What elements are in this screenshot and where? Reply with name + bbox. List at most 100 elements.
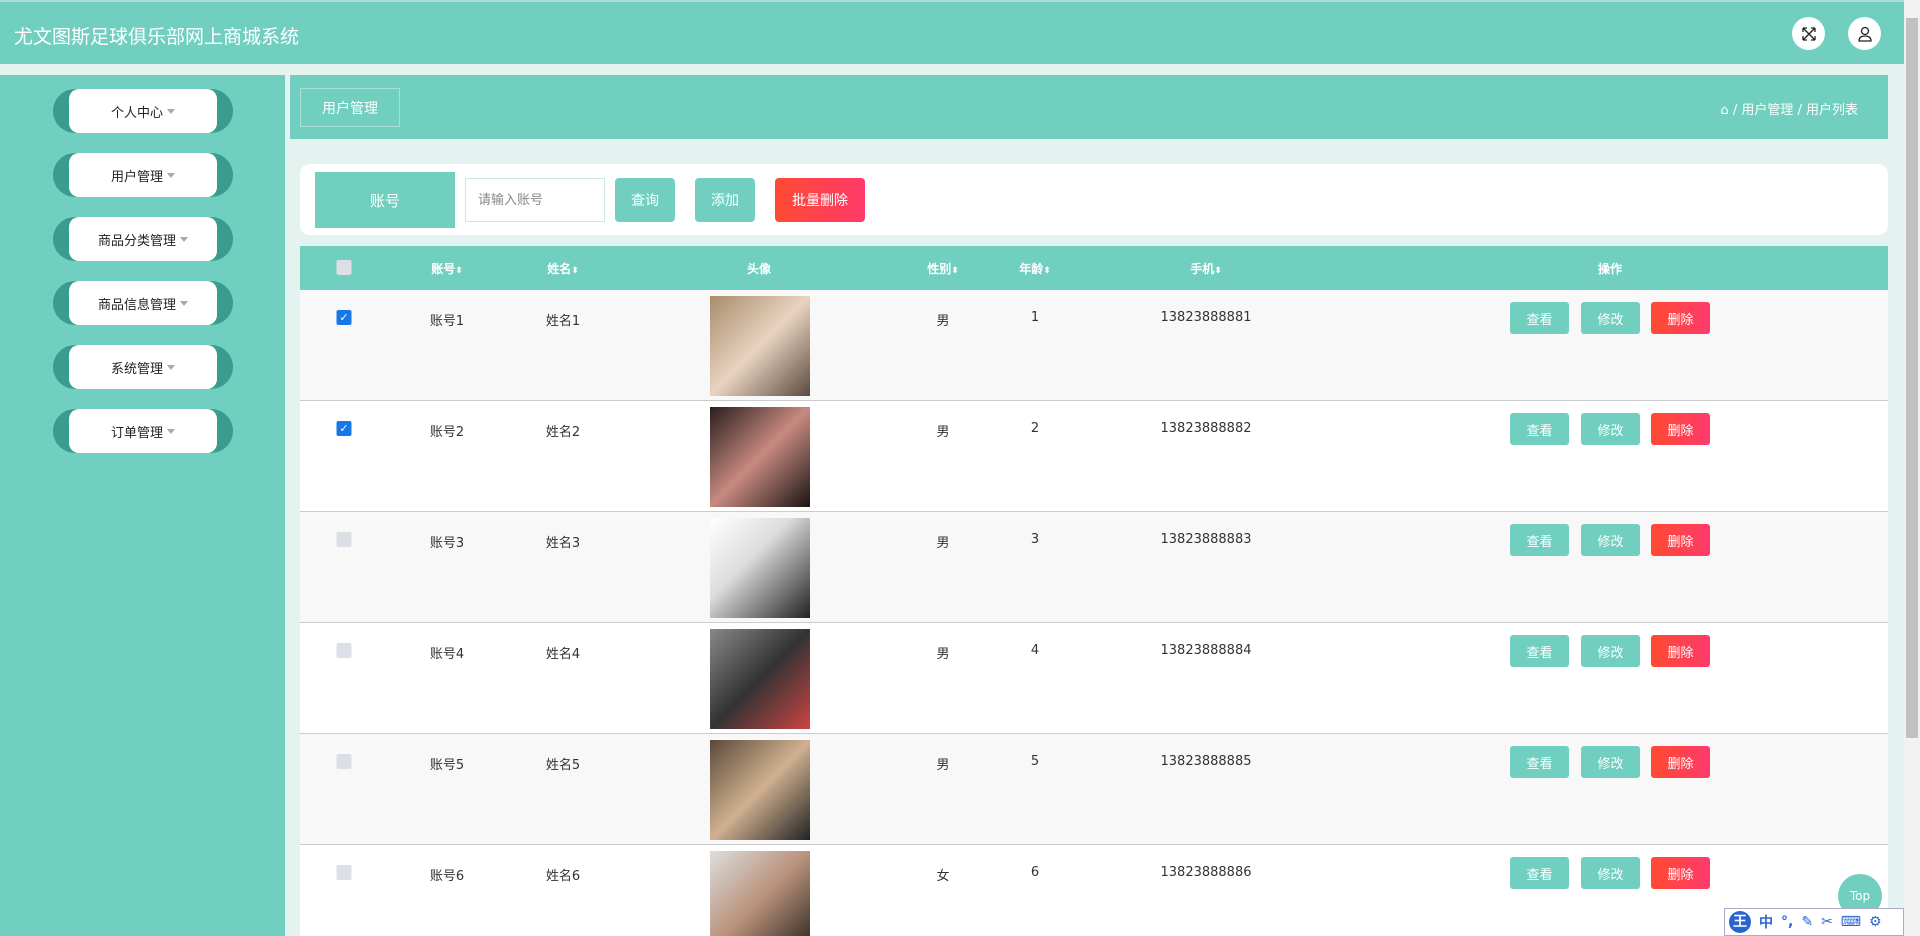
view-button[interactable]: 查看 xyxy=(1510,857,1569,889)
cell-phone: 13823888883 xyxy=(1160,532,1252,547)
sidebar-item[interactable]: 用户管理 xyxy=(53,153,233,197)
sidebar: 个人中心用户管理商品分类管理 商品信息管理 系统管理订单管理 xyxy=(0,75,285,936)
header-gender[interactable]: 性别⬍ xyxy=(927,260,959,277)
cell-gender: 男 xyxy=(936,758,950,773)
sidebar-item-inner[interactable]: 订单管理 xyxy=(69,409,217,453)
table-row: 账号4 姓名4 男 4 13823888884 查看 修改 删除 xyxy=(300,623,1888,734)
header-age[interactable]: 年龄⬍ xyxy=(1019,260,1051,277)
cell-age: 2 xyxy=(1030,421,1040,436)
delete-button[interactable]: 删除 xyxy=(1651,857,1710,889)
table-header: 账号⬍ 姓名⬍ 头像 性别⬍ 年龄⬍ 手机⬍ 操作 xyxy=(300,246,1888,290)
delete-button[interactable]: 删除 xyxy=(1651,302,1710,334)
home-icon[interactable]: ⌂ xyxy=(1720,103,1728,118)
row-checkbox[interactable]: ✓ xyxy=(336,310,352,325)
avatar-image xyxy=(710,740,810,840)
row-checkbox[interactable]: ✓ xyxy=(336,421,352,436)
sidebar-item-inner[interactable]: 商品信息管理 xyxy=(69,281,217,325)
avatar-image xyxy=(710,851,810,936)
caret-down-icon xyxy=(180,300,188,306)
row-checkbox[interactable] xyxy=(336,754,352,769)
query-button[interactable]: 查询 xyxy=(615,178,675,222)
punctuation-icon[interactable]: °, xyxy=(1781,914,1793,930)
view-button[interactable]: 查看 xyxy=(1510,746,1569,778)
sidebar-item-label: 订单管理 xyxy=(110,425,163,441)
cell-account: 账号4 xyxy=(429,647,465,662)
breadcrumb-bar: 用户管理 ⌂ / 用户管理 / 用户列表 xyxy=(290,75,1888,139)
header-phone[interactable]: 手机⬍ xyxy=(1190,260,1222,277)
scissors-icon[interactable]: ✂ xyxy=(1821,914,1833,930)
sidebar-item-inner[interactable]: 用户管理 xyxy=(69,153,217,197)
caret-down-icon xyxy=(167,172,175,178)
edit-button[interactable]: 修改 xyxy=(1581,857,1640,889)
view-button[interactable]: 查看 xyxy=(1510,302,1569,334)
cell-phone: 13823888882 xyxy=(1160,421,1252,436)
scrollbar[interactable] xyxy=(1904,0,1920,936)
batch-delete-button[interactable]: 批量删除 xyxy=(775,178,865,222)
cell-gender: 男 xyxy=(936,647,950,662)
view-button[interactable]: 查看 xyxy=(1510,413,1569,445)
keyboard-icon[interactable]: ⌨ xyxy=(1841,914,1861,930)
fullscreen-icon[interactable] xyxy=(1792,17,1825,50)
ime-mode[interactable]: 中 xyxy=(1759,912,1773,932)
table-row: ✓ 账号1 姓名1 男 1 13823888881 查看 修改 删除 xyxy=(300,290,1888,401)
sidebar-item[interactable]: 系统管理 xyxy=(53,345,233,389)
view-button[interactable]: 查看 xyxy=(1510,635,1569,667)
account-search-input[interactable] xyxy=(465,178,605,222)
cell-name: 姓名5 xyxy=(545,758,581,773)
sidebar-item-label: 用户管理 xyxy=(110,169,163,185)
cell-account: 账号1 xyxy=(429,314,465,329)
current-page-tag[interactable]: 用户管理 xyxy=(300,88,400,127)
edit-button[interactable]: 修改 xyxy=(1581,746,1640,778)
header-name[interactable]: 姓名⬍ xyxy=(547,260,579,277)
edit-button[interactable]: 修改 xyxy=(1581,635,1640,667)
row-checkbox[interactable] xyxy=(336,643,352,658)
scrollbar-thumb[interactable] xyxy=(1906,18,1918,738)
avatar-image xyxy=(710,629,810,729)
caret-down-icon xyxy=(167,428,175,434)
sidebar-item[interactable]: 个人中心 xyxy=(53,89,233,133)
avatar-image xyxy=(710,518,810,618)
add-button[interactable]: 添加 xyxy=(695,178,755,222)
cell-account: 账号5 xyxy=(429,758,465,773)
account-label: 账号 xyxy=(315,172,455,228)
delete-button[interactable]: 删除 xyxy=(1651,413,1710,445)
caret-down-icon xyxy=(167,364,175,370)
sidebar-item[interactable]: 订单管理 xyxy=(53,409,233,453)
select-all-checkbox[interactable] xyxy=(336,260,352,275)
delete-button[interactable]: 删除 xyxy=(1651,746,1710,778)
edit-button[interactable]: 修改 xyxy=(1581,413,1640,445)
cell-phone: 13823888886 xyxy=(1160,865,1252,880)
sidebar-item[interactable]: 商品分类管理 xyxy=(53,217,233,261)
sidebar-item[interactable]: 商品信息管理 xyxy=(53,281,233,325)
sidebar-item-inner[interactable]: 系统管理 xyxy=(69,345,217,389)
cell-name: 姓名6 xyxy=(545,869,581,884)
table-row: 账号6 姓名6 女 6 13823888886 查看 修改 删除 xyxy=(300,845,1888,936)
edit-button[interactable]: 修改 xyxy=(1581,524,1640,556)
ime-logo[interactable]: 王 xyxy=(1729,911,1751,933)
pen-icon[interactable]: ✎ xyxy=(1801,914,1813,930)
header-account[interactable]: 账号⬍ xyxy=(431,260,463,277)
row-checkbox[interactable] xyxy=(336,865,352,880)
view-button[interactable]: 查看 xyxy=(1510,524,1569,556)
user-icon[interactable] xyxy=(1848,17,1881,50)
cell-phone: 13823888884 xyxy=(1160,643,1252,658)
cell-name: 姓名4 xyxy=(545,647,581,662)
gear-icon[interactable]: ⚙ xyxy=(1869,914,1882,930)
sidebar-item-inner[interactable]: 个人中心 xyxy=(69,89,217,133)
cell-gender: 女 xyxy=(936,869,950,884)
delete-button[interactable]: 删除 xyxy=(1651,524,1710,556)
cell-account: 账号6 xyxy=(429,869,465,884)
sidebar-item-inner[interactable]: 商品分类管理 xyxy=(69,217,217,261)
row-checkbox[interactable] xyxy=(336,532,352,547)
table-row: ✓ 账号2 姓名2 男 2 13823888882 查看 修改 删除 xyxy=(300,401,1888,512)
header-actions: 操作 xyxy=(1597,262,1623,276)
caret-down-icon xyxy=(167,108,175,114)
edit-button[interactable]: 修改 xyxy=(1581,302,1640,334)
delete-button[interactable]: 删除 xyxy=(1651,635,1710,667)
table-row: 账号3 姓名3 男 3 13823888883 查看 修改 删除 xyxy=(300,512,1888,623)
app-title: 尤文图斯足球俱乐部网上商城系统 xyxy=(14,26,300,48)
cell-account: 账号2 xyxy=(429,425,465,440)
breadcrumb-path[interactable]: / 用户管理 / 用户列表 xyxy=(1733,103,1858,118)
breadcrumb: ⌂ / 用户管理 / 用户列表 xyxy=(1720,99,1858,118)
cell-age: 4 xyxy=(1030,643,1040,658)
